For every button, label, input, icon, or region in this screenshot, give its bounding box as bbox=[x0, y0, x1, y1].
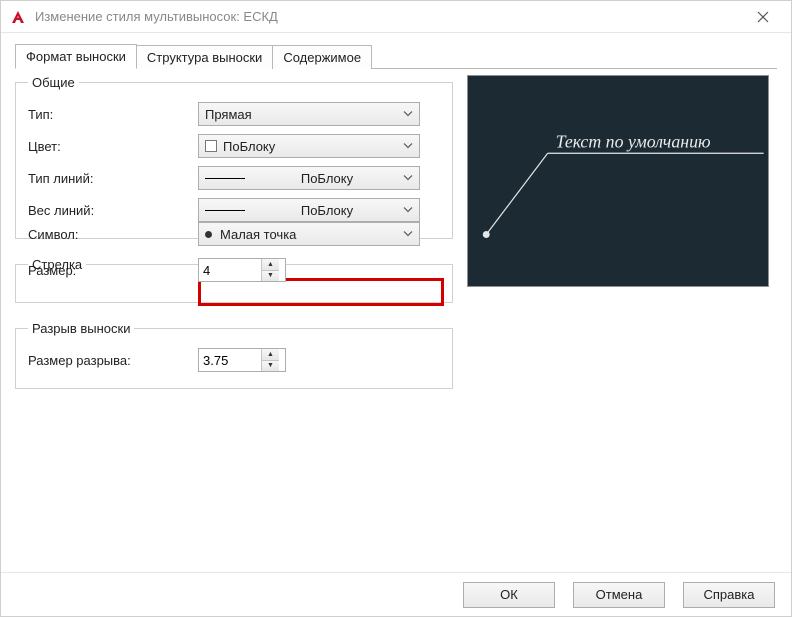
tab-leader-structure[interactable]: Структура выноски bbox=[137, 45, 273, 69]
spinner-up-button[interactable]: ▲ bbox=[262, 349, 279, 361]
tab-content[interactable]: Содержимое bbox=[273, 45, 372, 69]
label-arrow-symbol: Символ: bbox=[28, 227, 198, 242]
combo-color-value: ПоБлоку bbox=[223, 139, 413, 154]
combo-arrow-symbol-value: Малая точка bbox=[220, 227, 413, 242]
titlebar: Изменение стиля мультивыносок: ЕСКД bbox=[1, 1, 791, 33]
label-break-size: Размер разрыва: bbox=[28, 353, 198, 368]
app-icon bbox=[9, 8, 27, 26]
input-arrow-size[interactable] bbox=[199, 259, 261, 281]
lineweight-preview-icon bbox=[205, 210, 245, 211]
dialog-window: Изменение стиля мультивыносок: ЕСКД Форм… bbox=[0, 0, 792, 617]
client-area: Формат выноски Структура выноски Содержи… bbox=[1, 33, 791, 572]
cancel-button[interactable]: Отмена bbox=[573, 582, 665, 608]
combo-arrow-symbol[interactable]: Малая точка bbox=[198, 222, 420, 246]
linetype-preview-icon bbox=[205, 178, 245, 179]
spinner-break-size[interactable]: ▲ ▼ bbox=[198, 348, 286, 372]
dialog-footer: ОК Отмена Справка bbox=[1, 572, 791, 616]
tabs: Формат выноски Структура выноски Содержи… bbox=[15, 43, 777, 69]
ok-button[interactable]: ОК bbox=[463, 582, 555, 608]
spinner-down-button[interactable]: ▼ bbox=[262, 361, 279, 372]
spinner-up-button[interactable]: ▲ bbox=[262, 259, 279, 271]
spinner-down-button[interactable]: ▼ bbox=[262, 271, 279, 282]
color-swatch-icon bbox=[205, 140, 217, 152]
combo-linetype[interactable]: ПоБлоку bbox=[198, 166, 420, 190]
label-color: Цвет: bbox=[28, 139, 198, 154]
label-linetype: Тип линий: bbox=[28, 171, 198, 186]
help-button[interactable]: Справка bbox=[683, 582, 775, 608]
close-button[interactable] bbox=[743, 3, 783, 31]
label-lineweight: Вес линий: bbox=[28, 203, 198, 218]
window-title: Изменение стиля мультивыносок: ЕСКД bbox=[35, 9, 278, 24]
combo-lineweight[interactable]: ПоБлоку bbox=[198, 198, 420, 222]
combo-lineweight-value: ПоБлоку bbox=[255, 203, 413, 218]
dot-icon bbox=[205, 231, 212, 238]
label-type: Тип: bbox=[28, 107, 198, 122]
combo-color[interactable]: ПоБлоку bbox=[198, 134, 420, 158]
group-general-legend: Общие bbox=[28, 75, 79, 90]
group-general: Общие Тип: Прямая Цвет: bbox=[15, 75, 453, 239]
combo-type-value: Прямая bbox=[205, 107, 413, 122]
tab-leader-format[interactable]: Формат выноски bbox=[15, 44, 137, 69]
label-arrow-size: Размер: bbox=[28, 263, 198, 278]
input-break-size[interactable] bbox=[199, 349, 261, 371]
group-arrowhead: Стрелка Символ: Малая точка bbox=[15, 257, 453, 303]
preview-text: Текст по умолчанию bbox=[556, 131, 711, 151]
combo-type[interactable]: Прямая bbox=[198, 102, 420, 126]
preview-pane: Текст по умолчанию bbox=[467, 75, 769, 287]
group-leader-break-legend: Разрыв выноски bbox=[28, 321, 134, 336]
group-leader-break: Разрыв выноски Размер разрыва: ▲ ▼ bbox=[15, 321, 453, 389]
spinner-arrow-size[interactable]: ▲ ▼ bbox=[198, 258, 286, 282]
combo-linetype-value: ПоБлоку bbox=[255, 171, 413, 186]
